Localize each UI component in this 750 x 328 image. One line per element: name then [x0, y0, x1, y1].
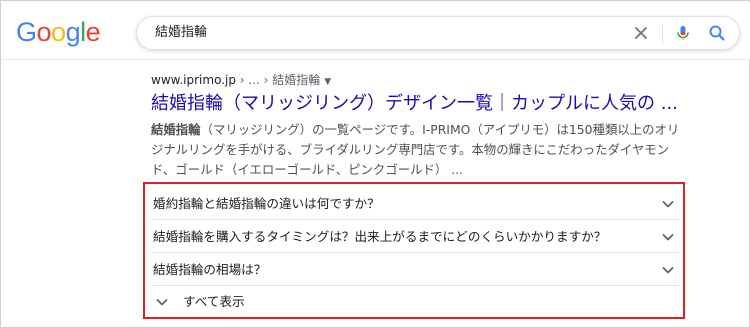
- logo-letter: o: [51, 17, 66, 47]
- paa-question[interactable]: 結婚指輪の相場は？: [151, 254, 679, 286]
- result-path: › ... › 結婚指輪: [235, 73, 321, 87]
- breadcrumb[interactable]: www.iprimo.jp › ... › 結婚指輪 ▼: [151, 71, 691, 89]
- mic-icon[interactable]: [673, 23, 693, 43]
- paa-question[interactable]: 婚約指輪と結婚指輪の違いは何ですか？: [151, 188, 679, 220]
- chevron-down-icon[interactable]: [661, 263, 675, 277]
- snippet-line: ジナルリングを手がける、ブライダルリング専門店です。本物の輝きにこだわったダイヤ…: [151, 142, 670, 157]
- snippet-text: （マリッジリング）の一覧ページです。I-PRIMO（アイプリモ）は150種類以上…: [200, 122, 680, 137]
- close-icon[interactable]: [631, 23, 651, 43]
- logo-letter: g: [65, 17, 81, 47]
- paa-question-text: 結婚指輪を購入するタイミングは？出来上がるまでにどのくらいかかりますか？: [153, 229, 607, 244]
- snippet-line: ド、ゴールド（イエローゴールド、ピンクゴールド） ...: [151, 162, 464, 177]
- browser-frame: Google 結婚指輪 www.iprimo.jp › ... › 結婚指輪▼: [0, 0, 750, 328]
- search-box[interactable]: 結婚指輪: [136, 16, 740, 50]
- chevron-down-icon[interactable]: [661, 230, 675, 244]
- logo-letter: o: [36, 17, 52, 47]
- snippet-keyword: 結婚指輪: [151, 122, 201, 137]
- result-snippet: 結婚指輪（マリッジリング）の一覧ページです。I-PRIMO（アイプリモ）は150…: [151, 120, 691, 180]
- google-logo[interactable]: Google: [16, 14, 101, 50]
- search-result: www.iprimo.jp › ... › 結婚指輪 ▼ 結婚指輪（マリッジリング…: [151, 71, 691, 180]
- search-icon[interactable]: [707, 23, 727, 43]
- chevron-down-icon[interactable]: ▼: [324, 77, 331, 87]
- show-all-label: すべて表示: [183, 294, 245, 309]
- paa-question[interactable]: 結婚指輪を購入するタイミングは？出来上がるまでにどのくらいかかりますか？: [151, 221, 679, 253]
- paa-question-text: 結婚指輪の相場は？: [153, 262, 267, 277]
- result-title-link[interactable]: 結婚指輪（マリッジリング）デザイン一覧｜カップルに人気の ...: [151, 92, 691, 116]
- result-domain: www.iprimo.jp: [151, 73, 236, 87]
- chevron-down-icon[interactable]: [661, 197, 675, 211]
- logo-letter: e: [85, 17, 101, 47]
- chevron-down-icon: [156, 299, 168, 306]
- search-input[interactable]: 結婚指輪: [155, 17, 207, 49]
- search-header: Google 結婚指輪: [2, 2, 750, 60]
- search-divider: [662, 25, 663, 43]
- show-all-button[interactable]: すべて表示: [151, 288, 451, 316]
- logo-letter: G: [16, 17, 37, 47]
- paa-question-text: 婚約指輪と結婚指輪の違いは何ですか？: [153, 196, 380, 211]
- snippet-line: 結婚指輪（マリッジリング）の一覧ページです。I-PRIMO（アイプリモ）は150…: [151, 120, 691, 140]
- people-also-ask-box: 婚約指輪と結婚指輪の違いは何ですか？ 結婚指輪を購入するタイミングは？出来上がる…: [143, 182, 685, 319]
